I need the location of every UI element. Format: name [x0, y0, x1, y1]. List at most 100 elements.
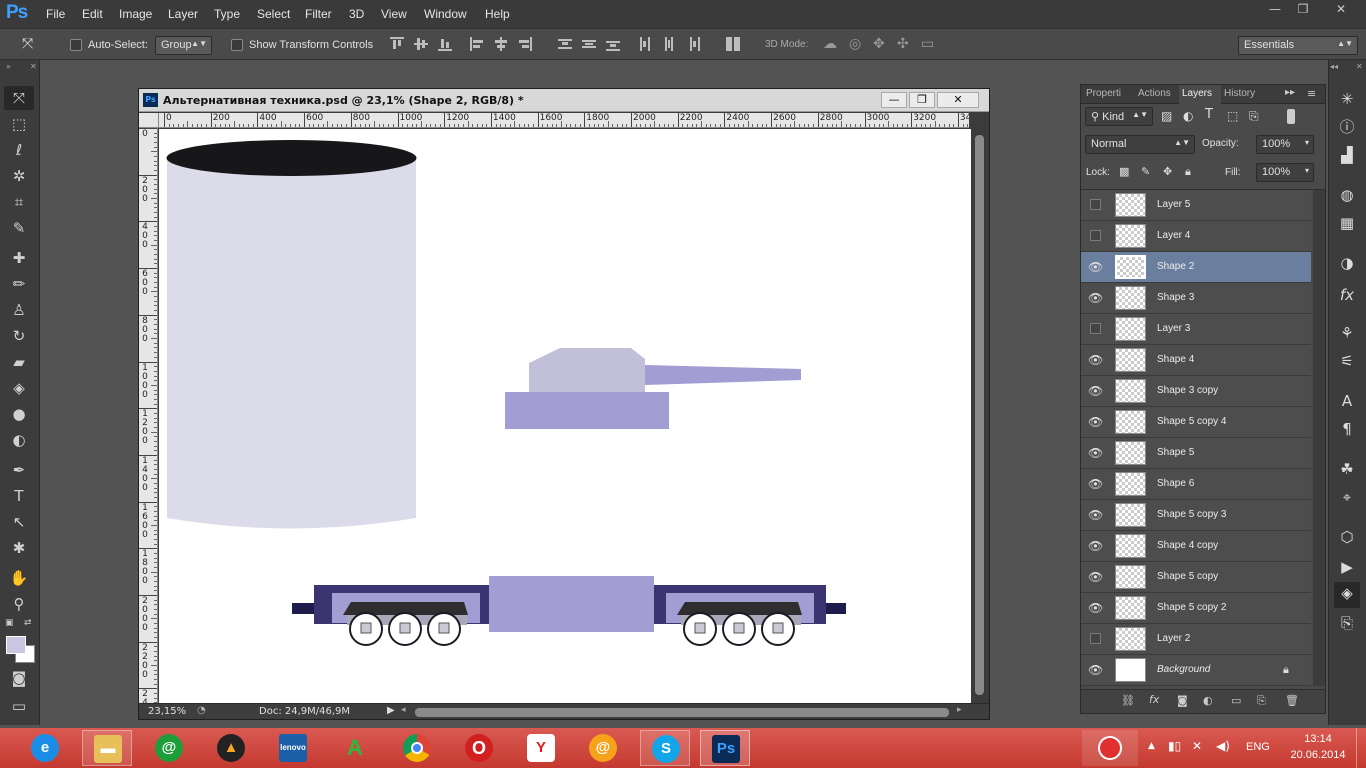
- layer-row[interactable]: 👁︎ Shape 5 copy 2: [1081, 593, 1311, 624]
- close-dock-icon[interactable]: ✕: [1356, 62, 1363, 71]
- layer-style-icon[interactable]: fx: [1149, 693, 1159, 706]
- skype-icon[interactable]: S: [640, 730, 690, 766]
- zoom-tool-icon[interactable]: ⚲: [4, 592, 34, 616]
- align-left-icon[interactable]: [470, 37, 484, 51]
- brush-presets-icon[interactable]: ⚘: [1336, 322, 1358, 344]
- dodge-tool-icon[interactable]: ◐: [4, 428, 34, 452]
- layer-name[interactable]: Layer 4: [1157, 230, 1190, 241]
- layer-thumbnail[interactable]: [1115, 534, 1146, 558]
- smart-object-filter-icon[interactable]: ⎘: [1249, 109, 1259, 124]
- layer-thumbnail[interactable]: [1115, 193, 1146, 217]
- paths-icon[interactable]: ⌖: [1336, 486, 1358, 508]
- type-filter-icon[interactable]: T: [1205, 107, 1213, 122]
- 3d-slide-icon[interactable]: ✣: [897, 36, 909, 52]
- layer-row[interactable]: 👁︎ Shape 3: [1081, 283, 1311, 314]
- align-vcenter-icon[interactable]: [414, 37, 428, 51]
- lock-all-icon[interactable]: 🔒︎: [1185, 165, 1191, 179]
- visibility-toggle[interactable]: [1090, 633, 1101, 644]
- tray-app-icon[interactable]: [1082, 730, 1138, 766]
- document-titlebar[interactable]: Ps Альтернативная техника.psd @ 23,1% (S…: [139, 89, 989, 112]
- yandex-icon[interactable]: Y: [516, 730, 566, 766]
- blend-mode-dropdown[interactable]: Normal ▲▼: [1085, 135, 1195, 154]
- menu-3d[interactable]: 3D: [349, 7, 364, 21]
- type-tool-icon[interactable]: T: [4, 484, 34, 508]
- doc-restore-button[interactable]: ❐: [909, 92, 935, 108]
- swatches-icon[interactable]: ▦: [1336, 212, 1358, 234]
- layer-thumbnail[interactable]: [1115, 410, 1146, 434]
- layer-name[interactable]: Layer 3: [1157, 323, 1190, 334]
- layers-dock-icon[interactable]: ◈: [1334, 582, 1360, 608]
- history-brush-tool-icon[interactable]: ↻: [4, 324, 34, 348]
- fill-field[interactable]: 100% ▾: [1256, 163, 1314, 182]
- layer-row[interactable]: Layer 3: [1081, 314, 1311, 345]
- 3d-icon[interactable]: ⬡: [1336, 526, 1358, 548]
- kind-filter-dropdown[interactable]: ⚲ Kind ▲▼: [1085, 107, 1153, 126]
- 3d-pan-icon[interactable]: ✥: [873, 36, 885, 52]
- visibility-toggle[interactable]: [1090, 323, 1101, 334]
- layer-thumbnail[interactable]: [1115, 441, 1146, 465]
- photoshop-icon[interactable]: Ps: [700, 730, 750, 766]
- layer-row[interactable]: Layer 4: [1081, 221, 1311, 252]
- distribute-bottom-icon[interactable]: [606, 37, 620, 51]
- menu-view[interactable]: View: [381, 7, 407, 21]
- ruler-corner[interactable]: [139, 113, 159, 128]
- layer-name[interactable]: Shape 3 copy: [1157, 385, 1218, 396]
- layer-row[interactable]: 👁︎ Shape 5 copy 3: [1081, 500, 1311, 531]
- layer-name[interactable]: Shape 5: [1157, 447, 1194, 458]
- path-selection-tool-icon[interactable]: ↖: [4, 510, 34, 534]
- collapse-dock-icon[interactable]: ◂◂: [1330, 62, 1338, 71]
- panel-expand-icon[interactable]: ▸▸: [1285, 87, 1295, 98]
- blur-tool-icon[interactable]: ●: [4, 402, 34, 426]
- menu-edit[interactable]: Edit: [82, 7, 103, 21]
- visibility-toggle[interactable]: [1090, 199, 1101, 210]
- layer-name[interactable]: Layer 2: [1157, 633, 1190, 644]
- auto-select-dropdown[interactable]: Group ▲▼: [155, 36, 212, 55]
- layer-name[interactable]: Background: [1157, 664, 1210, 675]
- layer-row[interactable]: 👁︎ Shape 3 copy: [1081, 376, 1311, 407]
- clock-date[interactable]: 20.06.2014: [1286, 749, 1350, 761]
- pixel-filter-icon[interactable]: ▨: [1161, 109, 1172, 123]
- close-toolbar-icon[interactable]: ✕: [30, 62, 37, 71]
- collapse-toolbar-icon[interactable]: »: [6, 62, 11, 71]
- layer-thumbnail[interactable]: [1115, 255, 1146, 279]
- distribute-left-icon[interactable]: [638, 37, 652, 51]
- menu-image[interactable]: Image: [119, 7, 152, 21]
- layer-row[interactable]: 👁︎ Background 🔒︎: [1081, 655, 1311, 686]
- hand-tool-icon[interactable]: ✋: [4, 566, 34, 590]
- move-tool-icon[interactable]: ⤧: [4, 86, 34, 110]
- align-right-icon[interactable]: [518, 37, 532, 51]
- layer-thumbnail[interactable]: [1115, 596, 1146, 620]
- status-arrow-icon[interactable]: ▶: [387, 705, 395, 716]
- layer-thumbnail[interactable]: [1115, 503, 1146, 527]
- chrome-icon[interactable]: [392, 730, 442, 766]
- eyedropper-tool-icon[interactable]: ✎: [4, 216, 34, 240]
- panel-menu-icon[interactable]: ≡: [1307, 87, 1316, 100]
- menu-layer[interactable]: Layer: [168, 7, 198, 21]
- close-button[interactable]: ✕: [1326, 2, 1356, 18]
- adjustment-filter-icon[interactable]: ◐: [1183, 109, 1193, 123]
- layer-mask-icon[interactable]: ◙: [1177, 694, 1188, 707]
- link-layers-icon[interactable]: ⛓: [1121, 694, 1135, 707]
- aimp-icon[interactable]: ▲: [206, 730, 256, 766]
- screen-mode-icon[interactable]: ▭: [4, 694, 34, 718]
- lock-pixels-icon[interactable]: ✎: [1141, 165, 1150, 178]
- custom-shape-tool-icon[interactable]: ✱: [4, 536, 34, 560]
- layer-name[interactable]: Shape 4: [1157, 354, 1194, 365]
- pen-tool-icon[interactable]: ✒: [4, 458, 34, 482]
- language-indicator[interactable]: ENG: [1246, 741, 1270, 753]
- layer-row[interactable]: 👁︎ Shape 4: [1081, 345, 1311, 376]
- new-layer-icon[interactable]: ⎘: [1257, 694, 1266, 708]
- color-icon[interactable]: ◍: [1336, 184, 1358, 206]
- layer-thumbnail[interactable]: [1115, 379, 1146, 403]
- paint-bucket-tool-icon[interactable]: ◈: [4, 376, 34, 400]
- layer-thumbnail[interactable]: [1115, 472, 1146, 496]
- layers-scrollbar[interactable]: [1313, 190, 1325, 686]
- eraser-tool-icon[interactable]: ▰: [4, 350, 34, 374]
- opera-icon[interactable]: O: [454, 730, 504, 766]
- character-icon[interactable]: A: [1336, 390, 1358, 412]
- new-group-icon[interactable]: ▭: [1231, 694, 1241, 707]
- layer-name[interactable]: Layer 5: [1157, 199, 1190, 210]
- show-desktop-button[interactable]: [1356, 728, 1366, 768]
- quick-mask-icon[interactable]: ◙: [4, 666, 34, 690]
- layer-name[interactable]: Shape 5 copy: [1157, 571, 1218, 582]
